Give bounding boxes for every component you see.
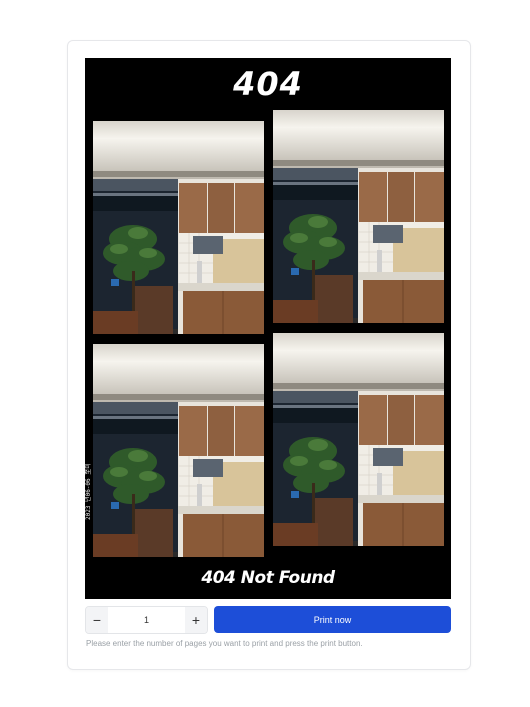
- quantity-stepper: − +: [85, 606, 208, 634]
- photo-1: [93, 121, 264, 334]
- strip-footer-text: 404 Not Found: [201, 568, 335, 588]
- print-hint: Please enter the number of pages you wan…: [86, 639, 363, 648]
- strip-title: 404: [233, 65, 303, 103]
- photo-4: [273, 333, 444, 546]
- print-now-button[interactable]: Print now: [214, 606, 451, 633]
- photo-strip: 404 2023 년06-06 至미 404 Not Found: [85, 58, 451, 599]
- increment-button[interactable]: +: [185, 607, 207, 633]
- decrement-button[interactable]: −: [86, 607, 108, 633]
- photo-2: [273, 110, 444, 323]
- quantity-input[interactable]: [108, 607, 185, 633]
- date-stamp: 2023 년06-06 至미: [85, 463, 92, 520]
- photo-3: [93, 344, 264, 557]
